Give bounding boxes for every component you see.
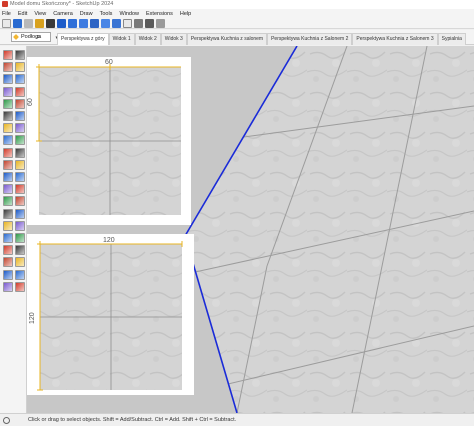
menu-extensions[interactable]: Extensions <box>146 10 173 18</box>
tape-measure-icon[interactable] <box>3 147 13 158</box>
move-icon[interactable] <box>3 123 13 134</box>
tag-selector[interactable]: Podłoga ▾ <box>11 32 58 42</box>
dimension-icon[interactable] <box>15 147 25 158</box>
tab-widok-2[interactable]: Widok 2 <box>134 33 161 45</box>
menu-toolbar-area: File Edit View Camera Draw Tools Window … <box>0 9 474 29</box>
textured-icon[interactable] <box>156 19 165 28</box>
menu-tools[interactable]: Tools <box>100 10 113 18</box>
pan-icon[interactable] <box>15 196 25 207</box>
tab-kuchnia-z-salonem[interactable]: Perspektywa Kuchnia z salonem <box>186 33 268 45</box>
stamp-icon[interactable] <box>15 257 25 268</box>
paint-bucket-icon[interactable] <box>13 19 22 28</box>
orbit-icon[interactable] <box>46 19 55 28</box>
section-plane-icon[interactable] <box>15 184 25 195</box>
top-toolbar <box>2 19 165 28</box>
eraser-icon[interactable] <box>24 19 33 28</box>
look-around-icon[interactable] <box>3 245 13 256</box>
right-view-icon[interactable] <box>90 19 99 28</box>
select-icon[interactable] <box>3 50 13 60</box>
orbit-icon[interactable] <box>3 196 13 207</box>
tile-panel-120[interactable]: 120 120 <box>27 234 194 395</box>
status-bar: Click or drag to select objects. Shift =… <box>0 413 474 426</box>
follow-me-icon[interactable] <box>15 111 25 121</box>
pencil-icon <box>13 34 19 40</box>
rotate-icon[interactable] <box>15 123 25 134</box>
walk-icon[interactable] <box>15 233 25 243</box>
rectangle-icon[interactable] <box>3 74 13 85</box>
title-bar: Model domu Skończony* - SketchUp 2024 <box>0 0 474 9</box>
line-icon[interactable] <box>3 62 13 73</box>
menu-view[interactable]: View <box>34 10 46 18</box>
arc-icon[interactable] <box>3 98 13 109</box>
dim-label-120-width: 120 <box>103 237 115 244</box>
window-title: Model domu Skończony* - SketchUp 2024 <box>10 1 114 7</box>
drape-icon[interactable] <box>3 269 13 280</box>
freehand-icon[interactable] <box>15 62 25 73</box>
left-view-icon[interactable] <box>112 19 121 28</box>
menu-help[interactable]: Help <box>180 10 191 18</box>
shaded-icon[interactable] <box>145 19 154 28</box>
tab-widok-1[interactable]: Widok 1 <box>108 33 135 45</box>
tab-widok-3[interactable]: Widok 3 <box>160 33 187 45</box>
viewport-canvas[interactable]: 60 60 120 120 <box>27 46 474 413</box>
iso-view-icon[interactable] <box>57 19 66 28</box>
sketchup-window: Model domu Skończony* - SketchUp 2024 Fi… <box>0 0 474 426</box>
3d-text-icon[interactable] <box>15 172 25 182</box>
dim-label-60-height: 60 <box>27 98 34 106</box>
back-view-icon[interactable] <box>101 19 110 28</box>
floor-surface[interactable] <box>177 46 474 413</box>
tab-kuchnia-z-salonem-2[interactable]: Perspektywa Kuchnia z Salonem 2 <box>267 33 353 45</box>
xray-icon[interactable] <box>123 19 132 28</box>
rotated-rectangle-icon[interactable] <box>15 74 25 85</box>
zoom-window-icon[interactable] <box>15 208 25 219</box>
menu-edit[interactable]: Edit <box>18 10 27 18</box>
tags-and-scenes-bar: Podłoga ▾ ⌕ Perspektywa z góry Widok 1 W… <box>0 30 474 45</box>
wireframe-icon[interactable] <box>134 19 143 28</box>
axes-icon[interactable] <box>3 172 13 182</box>
dim-label-120-height: 120 <box>29 312 36 324</box>
polygon-icon[interactable] <box>15 86 25 97</box>
eraser-icon[interactable] <box>15 50 25 60</box>
geo-location-icon[interactable] <box>3 417 10 424</box>
menu-bar: File Edit View Camera Draw Tools Window … <box>2 10 191 18</box>
model-viewport[interactable]: 60 60 120 120 <box>27 46 474 413</box>
text-icon[interactable] <box>15 159 25 170</box>
previous-view-icon[interactable] <box>15 220 25 231</box>
sandbox-icon[interactable] <box>15 245 25 256</box>
select-tool-icon[interactable] <box>2 19 11 28</box>
add-detail-icon[interactable] <box>15 269 25 280</box>
flip-edge-icon[interactable] <box>3 281 13 292</box>
pie-icon[interactable] <box>15 98 25 109</box>
tile-panel-60[interactable]: 60 60 <box>27 57 191 225</box>
scene-tabs: Perspektywa z góry Widok 1 Widok 2 Widok… <box>57 33 466 45</box>
status-text: Click or drag to select objects. Shift =… <box>28 417 237 423</box>
circle-icon[interactable] <box>3 86 13 97</box>
tape-measure-icon[interactable] <box>35 19 44 28</box>
push-pull-icon[interactable] <box>3 111 13 121</box>
sketchup-logo-icon <box>2 1 8 7</box>
tab-perspektywa-z-gory[interactable]: Perspektywa z góry <box>57 33 109 45</box>
front-view-icon[interactable] <box>79 19 88 28</box>
top-view-icon[interactable] <box>68 19 77 28</box>
position-camera-icon[interactable] <box>3 233 13 243</box>
menu-camera[interactable]: Camera <box>53 10 73 18</box>
dim-label-60-width: 60 <box>105 59 113 66</box>
tab-kuchnia-z-salonem-3[interactable]: Perspektywa Kuchnia z Salonem 3 <box>352 33 438 45</box>
search-icon[interactable]: ⌕ <box>36 33 40 41</box>
menu-file[interactable]: File <box>2 10 11 18</box>
offset-icon[interactable] <box>15 135 25 146</box>
tab-sypialnia[interactable]: Sypialnia <box>437 33 466 45</box>
protractor-icon[interactable] <box>3 159 13 170</box>
zoom-extents-icon[interactable] <box>3 220 13 231</box>
zoom-icon[interactable] <box>3 208 13 219</box>
scale-icon[interactable] <box>3 135 13 146</box>
smoove-icon[interactable] <box>3 257 13 268</box>
menu-window[interactable]: Window <box>119 10 139 18</box>
geo-location-icon[interactable] <box>15 281 25 292</box>
paint-bucket-icon[interactable] <box>3 184 13 195</box>
menu-draw[interactable]: Draw <box>80 10 93 18</box>
left-toolbar <box>0 46 27 414</box>
